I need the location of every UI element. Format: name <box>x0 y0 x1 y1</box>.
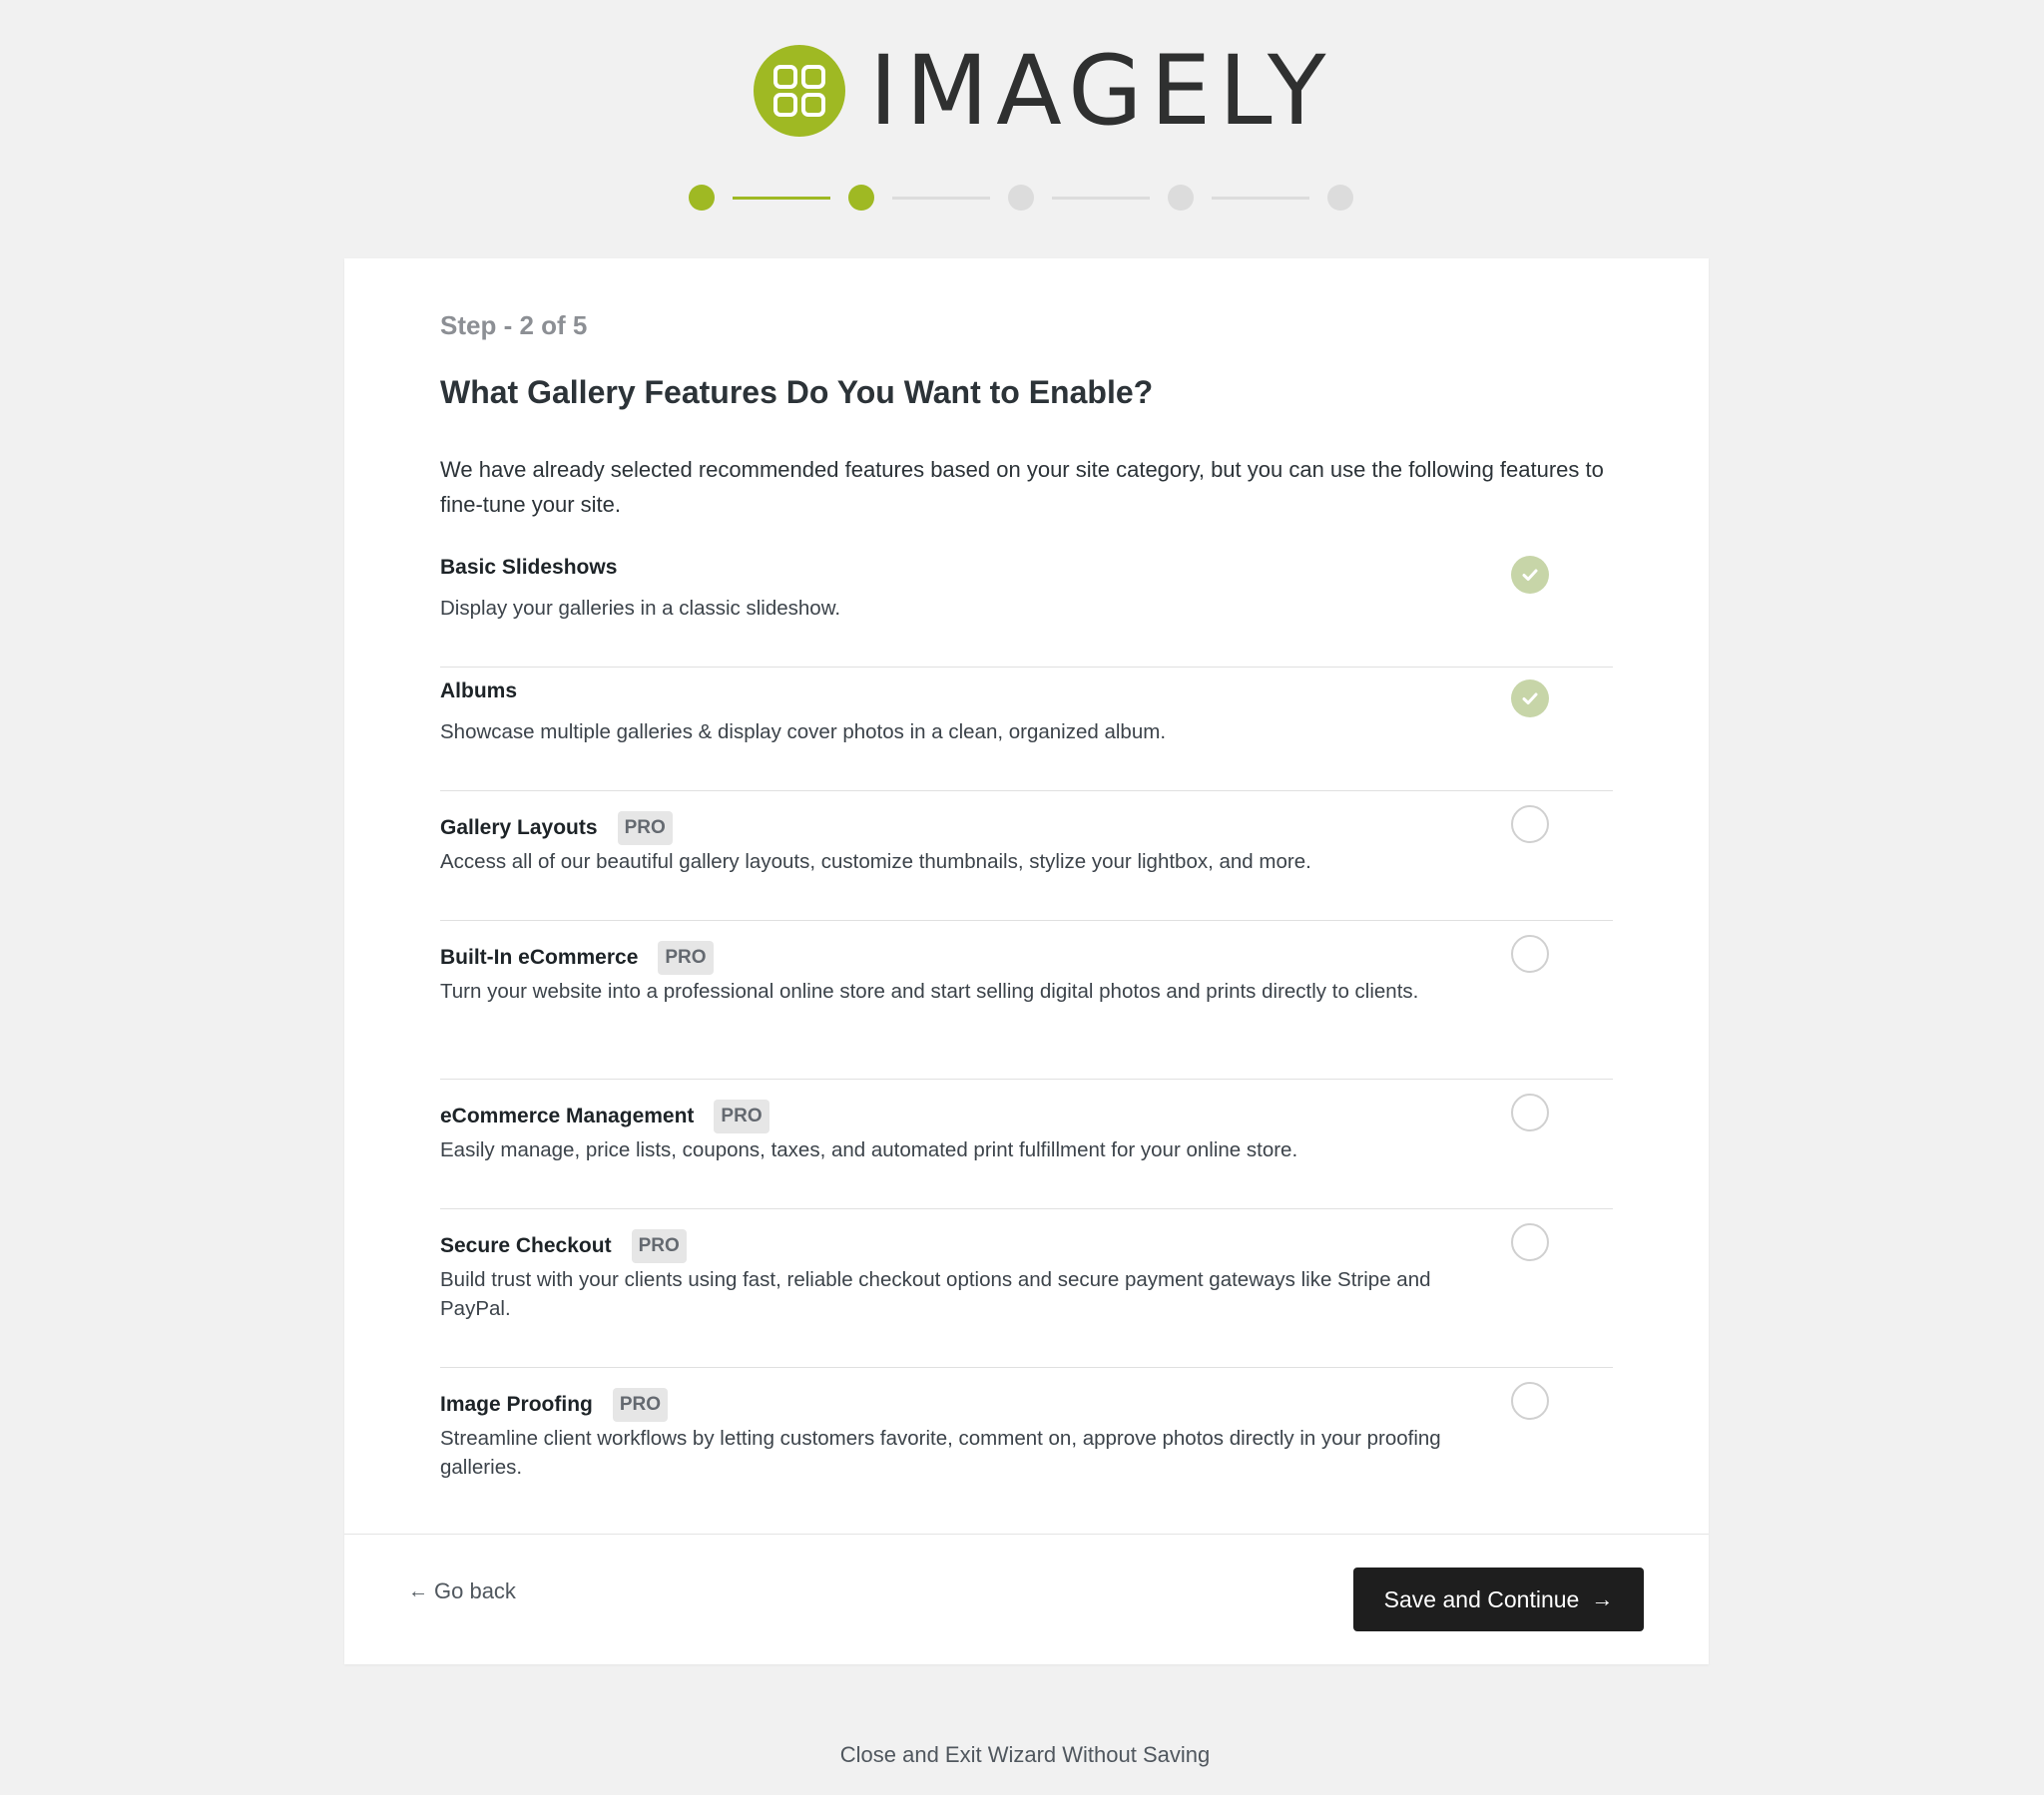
feature-row[interactable]: Secure Checkout PRO Build trust with your … <box>440 1209 1613 1368</box>
go-back-label: Go back <box>434 1578 516 1603</box>
imagely-logo-icon <box>754 45 845 137</box>
feature-header: Secure Checkout PRO <box>440 1229 687 1263</box>
feature-checkbox-unchecked[interactable] <box>1511 935 1549 973</box>
step-dot-5 <box>1327 185 1353 211</box>
step-connector-2 <box>892 196 990 200</box>
feature-title: Secure Checkout <box>440 1234 612 1257</box>
feature-description: Turn your website into a professional on… <box>440 980 1419 1003</box>
feature-list: Basic Slideshows Display your galleries i… <box>440 544 1613 1527</box>
feature-checkbox-checked[interactable] <box>1511 679 1549 717</box>
feature-description: Display your galleries in a classic slid… <box>440 597 841 620</box>
page-title: What Gallery Features Do You Want to Ena… <box>440 374 1154 410</box>
feature-title: Albums <box>440 679 518 702</box>
feature-description: Easily manage, price lists, coupons, tax… <box>440 1138 1298 1161</box>
arrow-left-icon: ← <box>408 1579 428 1602</box>
feature-header: Built-In eCommerce PRO <box>440 941 714 975</box>
feature-row[interactable]: Gallery Layouts PRO Access all of our beau… <box>440 791 1613 921</box>
feature-title: Built-In eCommerce <box>440 946 639 969</box>
step-connector-1 <box>733 196 830 200</box>
close-exit-wizard-link[interactable]: Close and Exit Wizard Without Saving <box>0 1742 2044 1768</box>
feature-checkbox-unchecked[interactable] <box>1511 1223 1549 1261</box>
step-dot-2 <box>848 185 874 211</box>
imagely-logo: IMAGELY <box>754 35 1334 147</box>
step-connector-4 <box>1212 196 1309 200</box>
feature-header: Albums <box>440 679 517 703</box>
feature-description: Streamline client workflows by letting c… <box>440 1427 1441 1479</box>
feature-header: Basic Slideshows <box>440 556 617 580</box>
wizard-card-footer: ← Go back Save and Continue → <box>344 1534 1709 1664</box>
feature-row[interactable]: Image Proofing PRO Streamline client workf… <box>440 1368 1613 1527</box>
feature-description: Build trust with your clients using fast… <box>440 1268 1431 1320</box>
pro-badge: PRO <box>658 941 714 975</box>
arrow-right-icon: → <box>1591 1586 1614 1611</box>
feature-row[interactable]: eCommerce Management PRO Easily manage, pr… <box>440 1080 1613 1209</box>
feature-description: Showcase multiple galleries & display co… <box>440 720 1167 743</box>
feature-row[interactable]: Basic Slideshows Display your galleries i… <box>440 544 1613 668</box>
brand-name: IMAGELY <box>869 35 1334 147</box>
step-dot-3 <box>1008 185 1034 211</box>
checkmark-icon <box>1522 569 1538 581</box>
feature-row[interactable]: Built-In eCommerce PRO Turn your website i… <box>440 921 1613 1080</box>
feature-checkbox-checked[interactable] <box>1511 556 1549 594</box>
pro-badge: PRO <box>617 811 673 845</box>
step-connector-3 <box>1052 196 1150 200</box>
wizard-progress-stepper <box>689 185 1353 211</box>
checkmark-icon <box>1522 692 1538 704</box>
feature-header: eCommerce Management PRO <box>440 1100 769 1133</box>
feature-title: Gallery Layouts <box>440 816 598 839</box>
pro-badge: PRO <box>612 1388 669 1422</box>
pro-badge: PRO <box>714 1100 769 1133</box>
feature-description: Access all of our beautiful gallery layo… <box>440 850 1311 873</box>
feature-title: eCommerce Management <box>440 1105 695 1127</box>
feature-title: Image Proofing <box>440 1393 593 1416</box>
pro-badge: PRO <box>631 1229 687 1263</box>
feature-checkbox-unchecked[interactable] <box>1511 805 1549 843</box>
feature-header: Gallery Layouts PRO <box>440 811 673 845</box>
step-label: Step - 2 of 5 <box>440 310 588 340</box>
feature-checkbox-unchecked[interactable] <box>1511 1094 1549 1131</box>
save-and-continue-label: Save and Continue <box>1383 1585 1580 1612</box>
feature-title: Basic Slideshows <box>440 556 618 579</box>
feature-checkbox-unchecked[interactable] <box>1511 1382 1549 1420</box>
feature-row[interactable]: Albums Showcase multiple galleries & disp… <box>440 668 1613 791</box>
save-and-continue-button[interactable]: Save and Continue → <box>1353 1568 1644 1631</box>
step-dot-4 <box>1168 185 1194 211</box>
intro-text: We have already selected recommended fea… <box>440 457 1604 517</box>
go-back-link[interactable]: ← Go back <box>408 1578 516 1604</box>
wizard-card: Step - 2 of 5 What Gallery Features Do Y… <box>344 258 1709 1664</box>
step-dot-1 <box>689 185 715 211</box>
feature-header: Image Proofing PRO <box>440 1388 669 1422</box>
